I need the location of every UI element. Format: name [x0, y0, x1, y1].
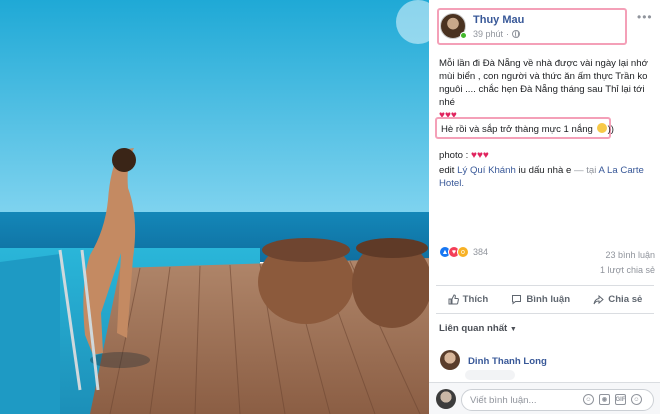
highlighted-caption: Hè rồi và sắp trở thàng mực 1 nắng )): [441, 123, 614, 135]
post-caption: Mỗi lần đi Đà Nẵng về nhà được vài ngày …: [439, 58, 648, 108]
like-button[interactable]: Thích: [448, 293, 488, 305]
beach-pool-image: [0, 0, 429, 414]
caret-down-icon: ▼: [509, 326, 517, 333]
reaction-summary[interactable]: ▲ ♥ o 384: [439, 246, 488, 258]
wow-reaction-icon: o: [457, 246, 469, 258]
share-icon: [593, 294, 605, 304]
comment-button[interactable]: Bình luận: [511, 294, 570, 305]
sticker-icon[interactable]: ☺: [631, 394, 642, 405]
edit-credit: edit Lý Quí Khánh iu dấu nhà e — tại A L…: [439, 165, 644, 189]
post-text: Mỗi lần đi Đà Nẵng về nhà được vài ngày …: [439, 57, 653, 122]
commenter-avatar[interactable]: [440, 350, 460, 370]
comment-icon: [512, 294, 522, 305]
comment-bubble: [465, 370, 515, 380]
author-name[interactable]: Thuy Mau: [473, 14, 524, 26]
thumbs-up-icon: [448, 293, 459, 304]
heart-emoji: ♥♥♥: [471, 150, 489, 161]
post-meta: 39 phút ·: [473, 29, 521, 39]
post-photo[interactable]: [0, 0, 429, 414]
gif-icon[interactable]: GIF: [615, 394, 626, 405]
divider: [436, 313, 654, 314]
emoji-icon[interactable]: ☺: [583, 394, 594, 405]
post-time[interactable]: 39 phút: [473, 29, 503, 39]
more-options-icon[interactable]: •••: [637, 10, 653, 24]
reaction-count: 384: [473, 247, 489, 257]
editor-link[interactable]: Lý Quí Khánh: [457, 165, 516, 176]
comment-sort-dropdown[interactable]: Liên quan nhất ▼: [439, 323, 517, 334]
globe-icon: [512, 30, 521, 38]
comments-count[interactable]: 23 bình luận: [605, 250, 655, 260]
camera-icon[interactable]: ◉: [599, 394, 610, 405]
commenter-name[interactable]: Dinh Thanh Long: [468, 356, 547, 367]
photo-credit: photo : ♥♥♥: [439, 150, 489, 161]
action-bar: Thích Bình luận Chia sẻ: [436, 288, 654, 310]
smile-emoji-icon: [596, 123, 607, 133]
online-status-dot: [460, 32, 467, 39]
divider: [436, 285, 654, 286]
share-button[interactable]: Chia sẻ: [593, 294, 642, 305]
shares-count[interactable]: 1 lượt chia sẻ: [600, 265, 655, 275]
my-avatar: [436, 389, 456, 409]
composer-icons: ☺ ◉ GIF ☺: [583, 394, 642, 405]
